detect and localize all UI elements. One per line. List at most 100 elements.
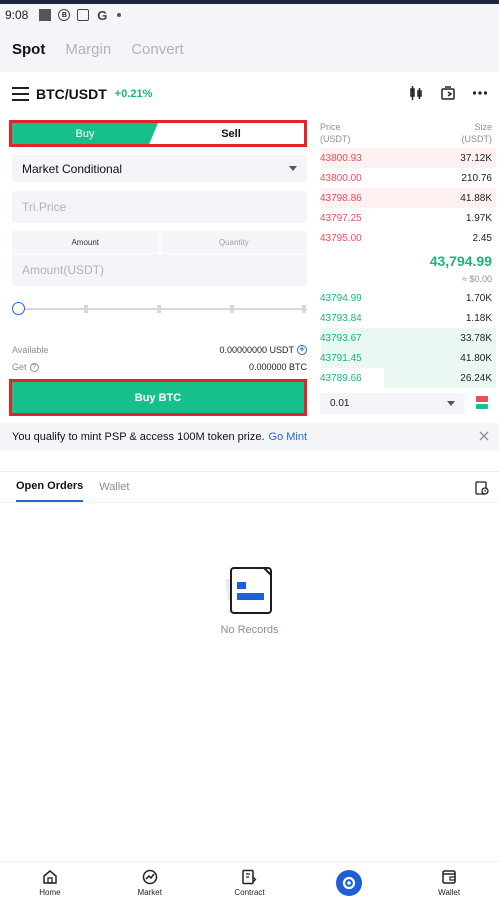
- nav-home-label: Home: [39, 887, 61, 897]
- last-price[interactable]: 43,794.99: [430, 253, 492, 269]
- available-label: Available: [12, 345, 49, 355]
- ask-size: 1.97K: [465, 212, 492, 224]
- status-bar: 9:08 B G: [0, 4, 499, 26]
- quantity-tab[interactable]: Quantity: [160, 231, 307, 253]
- buy-button-highlight: Buy BTC: [9, 379, 307, 416]
- price-header-wrap: Price (USDT): [320, 121, 351, 145]
- slider-tick-75[interactable]: [230, 305, 234, 313]
- pair-menu-icon[interactable]: [12, 87, 29, 101]
- google-icon: G: [97, 7, 108, 23]
- home-icon: [42, 869, 58, 885]
- tab-open-orders[interactable]: Open Orders: [16, 472, 84, 502]
- price-header: Price: [320, 122, 341, 132]
- trade-mode-tabs: Spot Margin Convert: [0, 26, 499, 72]
- ask-row[interactable]: 43797.25 1.97K: [316, 208, 496, 228]
- bid-row[interactable]: 43794.99 1.70K: [316, 288, 496, 308]
- chevron-down-icon: [447, 401, 455, 406]
- ask-price: 43797.25: [320, 212, 362, 224]
- promo-text: You qualify to mint PSP & access 100M to…: [12, 431, 265, 443]
- wallet-icon: [441, 869, 457, 885]
- nav-market[interactable]: Market: [100, 862, 200, 903]
- slider-tick-100[interactable]: [302, 305, 306, 313]
- slider-knob[interactable]: [12, 302, 25, 315]
- bid-row[interactable]: 43789.66 26.24K: [316, 368, 496, 388]
- candlestick-chart-icon[interactable]: [407, 84, 425, 102]
- ask-row[interactable]: 43800.00 210.76: [316, 168, 496, 188]
- pair-header: BTC/USDT +0.21%: [0, 72, 499, 116]
- bottom-nav: Home Market Contract Wallet: [0, 861, 499, 903]
- more-options-icon[interactable]: [471, 84, 489, 102]
- available-row: Available 0.00000000 USDT +: [12, 345, 307, 355]
- contract-icon: [241, 869, 257, 885]
- nav-market-label: Market: [137, 887, 162, 897]
- bid-row[interactable]: 43793.84 1.18K: [316, 308, 496, 328]
- buy-tab[interactable]: Buy: [12, 123, 158, 144]
- bid-size: 33.78K: [460, 332, 492, 344]
- ask-size: 2.45: [472, 232, 492, 244]
- bid-size: 1.70K: [465, 292, 492, 304]
- order-book-header: Price (USDT) Size (USDT): [320, 121, 492, 145]
- size-header: Size: [474, 122, 492, 132]
- price-unit: (USDT): [320, 134, 351, 144]
- slider-track: [18, 308, 307, 310]
- nav-home[interactable]: Home: [0, 862, 100, 903]
- get-label-wrap: Get ?: [12, 362, 39, 372]
- close-icon[interactable]: [479, 431, 489, 441]
- status-time: 9:08: [5, 8, 29, 22]
- slider-tick-25[interactable]: [84, 305, 88, 313]
- ask-size: 41.88K: [460, 192, 492, 204]
- trigger-price-input[interactable]: Tri.Price: [12, 191, 307, 223]
- add-funds-icon[interactable]: +: [297, 345, 307, 355]
- no-records-icon: [222, 567, 274, 615]
- bid-row[interactable]: 43793.67 33.78K: [316, 328, 496, 348]
- amount-quantity-toggle: Amount Quantity: [12, 231, 307, 253]
- bid-price: 43793.84: [320, 312, 362, 324]
- help-icon[interactable]: ?: [29, 362, 39, 372]
- sell-tab[interactable]: Sell: [158, 123, 304, 144]
- order-book-view-icon[interactable]: [476, 396, 488, 409]
- nav-center-logo[interactable]: [299, 862, 399, 903]
- more-notifications-dot-icon: [117, 13, 122, 17]
- nav-wallet-label: Wallet: [438, 887, 461, 897]
- pair-name[interactable]: BTC/USDT: [36, 86, 107, 102]
- bid-row[interactable]: 43791.45 41.80K: [316, 348, 496, 368]
- available-value-wrap: 0.00000000 USDT +: [219, 345, 307, 355]
- bid-size: 1.18K: [465, 312, 492, 324]
- bid-price: 43789.66: [320, 372, 362, 384]
- ask-price: 43795.00: [320, 232, 362, 244]
- nav-contract[interactable]: Contract: [200, 862, 300, 903]
- nav-wallet[interactable]: Wallet: [399, 862, 499, 903]
- ask-size: 37.12K: [460, 152, 492, 164]
- promo-banner: You qualify to mint PSP & access 100M to…: [0, 423, 499, 451]
- center-logo-icon: [336, 869, 363, 896]
- amount-tab[interactable]: Amount: [12, 231, 159, 253]
- bid-price: 43791.45: [320, 352, 362, 364]
- tab-convert[interactable]: Convert: [131, 41, 184, 58]
- transfer-icon[interactable]: [439, 84, 457, 102]
- bid-price: 43794.99: [320, 292, 362, 304]
- ask-row[interactable]: 43800.93 37.12K: [316, 148, 496, 168]
- buy-btc-button[interactable]: Buy BTC: [12, 382, 304, 413]
- precision-value: 0.01: [330, 398, 350, 409]
- tab-wallet[interactable]: Wallet: [99, 472, 129, 502]
- bid-size: 41.80K: [460, 352, 492, 364]
- ask-row[interactable]: 43795.00 2.45: [316, 228, 496, 248]
- order-type-select[interactable]: Market Conditional: [12, 155, 307, 182]
- amount-input[interactable]: Amount(USDT): [12, 254, 307, 286]
- precision-select[interactable]: 0.01: [320, 393, 464, 414]
- order-history-icon[interactable]: [475, 481, 489, 495]
- ask-row[interactable]: 43798.86 41.88K: [316, 188, 496, 208]
- available-value: 0.00000000 USDT: [219, 345, 294, 355]
- notification-circle-icon: B: [58, 9, 71, 21]
- notification-image-icon: [77, 9, 90, 21]
- pair-actions: [407, 84, 489, 102]
- notification-square-icon: [39, 9, 52, 21]
- slider-tick-50[interactable]: [157, 305, 161, 313]
- amount-slider[interactable]: [12, 302, 307, 316]
- tab-margin[interactable]: Margin: [65, 41, 111, 58]
- no-records-text: No Records: [220, 624, 279, 636]
- tab-spot[interactable]: Spot: [12, 41, 45, 58]
- bid-price: 43793.67: [320, 332, 362, 344]
- go-mint-link[interactable]: Go Mint: [269, 431, 308, 443]
- get-label: Get: [12, 362, 27, 372]
